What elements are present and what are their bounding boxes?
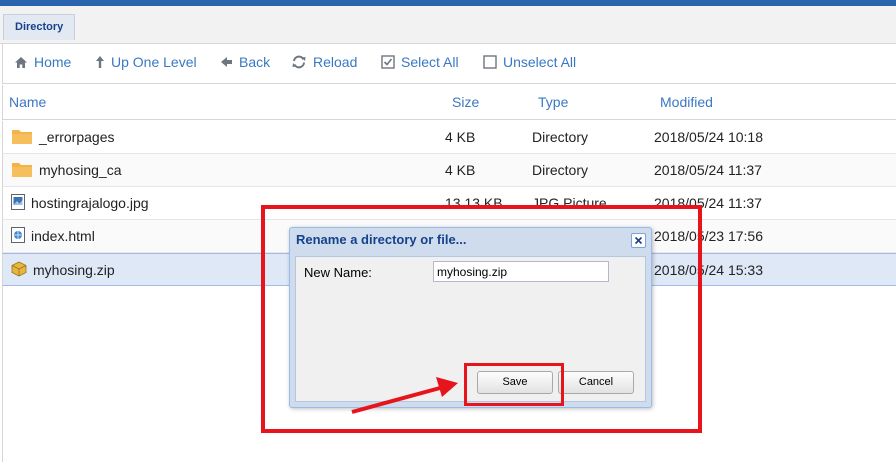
annotation-arrow bbox=[351, 377, 458, 414]
